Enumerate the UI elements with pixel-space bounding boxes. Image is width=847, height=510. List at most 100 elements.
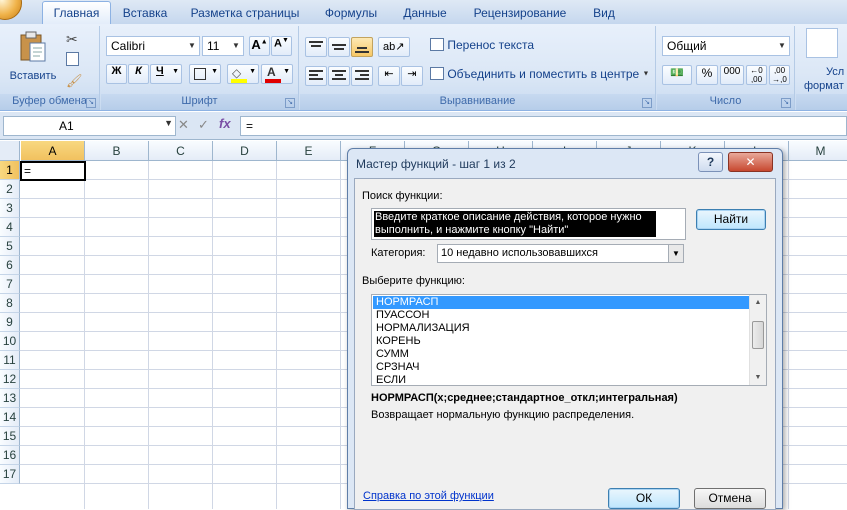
function-list-item[interactable]: НОРМАЛИЗАЦИЯ (373, 322, 751, 335)
scroll-up-icon[interactable]: ▲ (750, 295, 766, 310)
active-cell-a1[interactable]: = (20, 161, 86, 181)
function-help-link[interactable]: Справка по этой функции (363, 490, 494, 502)
close-button[interactable]: ✕ (728, 152, 773, 172)
fill-color-button[interactable]: ◇ ▼ (227, 64, 259, 84)
paste-icon (20, 31, 46, 62)
row-header[interactable]: 12 (0, 370, 20, 389)
formula-input[interactable]: = (240, 116, 847, 136)
tab-page-layout[interactable]: Разметка страницы (186, 4, 304, 24)
currency-button[interactable]: 💵 (662, 65, 692, 85)
grow-font-button[interactable]: A▲ (249, 36, 270, 56)
font-launcher-icon[interactable]: ↘ (285, 98, 295, 108)
row-header[interactable]: 15 (0, 427, 20, 446)
column-header[interactable]: D (213, 141, 277, 161)
tab-review[interactable]: Рецензирование (466, 4, 574, 24)
function-list-item[interactable]: КОРЕНЬ (373, 335, 751, 348)
align-middle-button[interactable] (328, 37, 350, 57)
row-header[interactable]: 7 (0, 275, 20, 294)
search-function-input[interactable]: Введите краткое описание действия, котор… (371, 208, 686, 240)
format-painter-icon[interactable]: 🖌 (66, 73, 83, 89)
cancel-formula-icon[interactable]: ✕ (178, 117, 189, 133)
listbox-scrollbar[interactable]: ▲ ▼ (749, 295, 766, 385)
copy-icon[interactable] (66, 52, 79, 66)
find-button[interactable]: Найти (696, 209, 766, 230)
font-name-combo[interactable]: Calibri ▼ (106, 36, 200, 56)
chevron-down-icon: ▼ (778, 41, 786, 50)
scroll-down-icon[interactable]: ▼ (750, 370, 766, 385)
search-function-text: Введите краткое описание действия, котор… (374, 211, 656, 237)
insert-function-icon[interactable]: fx (219, 116, 231, 131)
decrease-decimal-button[interactable]: ,00 →,0 (769, 65, 790, 85)
increase-indent-icon: ⇥ (407, 68, 417, 80)
cancel-button[interactable]: Отмена (694, 488, 766, 509)
scroll-thumb[interactable] (752, 321, 764, 349)
tab-data[interactable]: Данные (396, 4, 454, 24)
row-header[interactable]: 14 (0, 408, 20, 427)
fill-color-swatch (231, 79, 247, 83)
align-right-button[interactable] (351, 66, 373, 86)
row-header[interactable]: 9 (0, 313, 20, 332)
tab-formulas[interactable]: Формулы (318, 4, 384, 24)
row-header[interactable]: 5 (0, 237, 20, 256)
orientation-button[interactable]: ab↗ (378, 37, 410, 57)
ok-button[interactable]: ОК (608, 488, 680, 509)
function-listbox[interactable]: ЕСЛИ СРЗНАЧ СУММ КОРЕНЬ НОРМАЛИЗАЦИЯ ПУАССОН Н… (371, 294, 767, 386)
row-header[interactable]: 4 (0, 218, 20, 237)
category-select[interactable]: 10 недавно использовавшихся ▼ (437, 244, 684, 263)
increase-indent-button[interactable]: ⇥ (401, 66, 423, 86)
tab-insert[interactable]: Вставка (113, 4, 177, 24)
enter-formula-icon[interactable]: ✓ (198, 117, 209, 133)
font-color-button[interactable]: A ▼ (261, 64, 293, 84)
borders-button[interactable]: ▼ (189, 64, 221, 84)
paste-button[interactable]: Вставить (4, 28, 62, 88)
column-header[interactable]: E (277, 141, 341, 161)
italic-button[interactable]: К (128, 64, 149, 84)
conditional-format-icon[interactable] (806, 28, 838, 58)
wrap-text-button[interactable]: Перенос текста (430, 37, 534, 57)
bold-button[interactable]: Ж (106, 64, 127, 84)
underline-button[interactable]: Ч ▼ (150, 64, 182, 84)
font-size-combo[interactable]: 11 ▼ (202, 36, 244, 56)
select-all-corner[interactable] (0, 141, 20, 161)
function-list-item[interactable]: ЕСЛИ (373, 374, 751, 385)
row-header[interactable]: 2 (0, 180, 20, 199)
increase-decimal-button[interactable]: ←0,00 (746, 65, 767, 85)
column-header[interactable]: C (149, 141, 213, 161)
row-header[interactable]: 6 (0, 256, 20, 275)
tab-home[interactable]: Главная (42, 1, 111, 24)
row-header[interactable]: 11 (0, 351, 20, 370)
row-header[interactable]: 17 (0, 465, 20, 484)
merge-center-button[interactable]: Объединить и поместить в центре ▼ (430, 66, 649, 86)
cut-icon[interactable]: ✂ (66, 31, 78, 48)
function-list-item[interactable]: ПУАССОН (373, 309, 751, 322)
row-header[interactable]: 16 (0, 446, 20, 465)
row-header[interactable]: 13 (0, 389, 20, 408)
function-list-item[interactable]: СУММ (373, 348, 751, 361)
tab-view[interactable]: Вид (584, 4, 624, 24)
clipboard-launcher-icon[interactable]: ↘ (86, 98, 96, 108)
row-header[interactable]: 3 (0, 199, 20, 218)
office-button[interactable] (0, 0, 22, 20)
align-left-button[interactable] (305, 66, 327, 86)
alignment-launcher-icon[interactable]: ↘ (642, 98, 652, 108)
name-box[interactable]: A1 ▼ (3, 116, 176, 136)
column-header[interactable]: B (85, 141, 149, 161)
align-center-button[interactable] (328, 66, 350, 86)
column-header[interactable]: M (789, 141, 847, 161)
help-button[interactable]: ? (698, 152, 723, 172)
row-header[interactable]: 10 (0, 332, 20, 351)
thousands-button[interactable]: 000 (720, 65, 744, 85)
row-header[interactable]: 1 (0, 161, 20, 180)
align-bottom-button[interactable] (351, 37, 373, 57)
number-format-combo[interactable]: Общий ▼ (662, 36, 790, 56)
decrease-indent-button[interactable]: ⇤ (378, 66, 400, 86)
function-list-item[interactable]: СРЗНАЧ (373, 361, 751, 374)
row-header[interactable]: 8 (0, 294, 20, 313)
function-list-item[interactable]: НОРМРАСП (373, 296, 751, 309)
align-left-icon (309, 70, 323, 80)
number-launcher-icon[interactable]: ↘ (781, 98, 791, 108)
percent-button[interactable]: % (696, 65, 718, 85)
shrink-font-button[interactable]: A▼ (271, 36, 292, 56)
align-top-button[interactable] (305, 37, 327, 57)
column-header[interactable]: A (21, 141, 85, 161)
